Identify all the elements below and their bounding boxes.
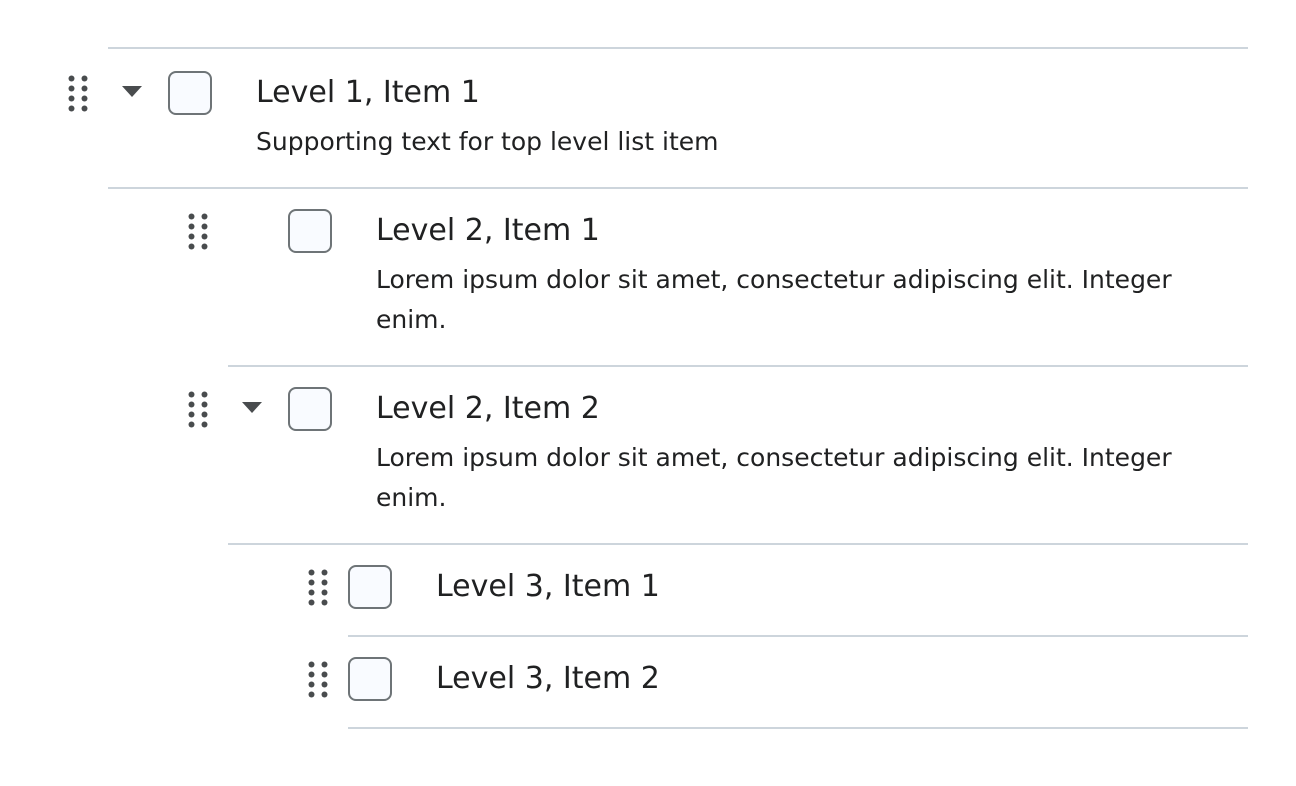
item-description: Supporting text for top level list item [256,127,719,156]
item-title: Level 2, Item 2 [376,391,600,426]
item-checkbox[interactable] [288,387,332,431]
item-checkbox[interactable] [348,565,392,609]
drag-handle-icon[interactable] [308,569,328,607]
caret-down-icon[interactable] [238,394,266,422]
item-checkbox[interactable] [168,71,212,115]
list-divider [348,727,1248,729]
list-divider [348,635,1248,637]
drag-handle-icon[interactable] [188,391,208,429]
item-checkbox[interactable] [288,209,332,253]
list-divider [108,47,1248,49]
drag-handle-icon[interactable] [68,75,88,113]
list-divider [108,187,1248,189]
list-divider [228,365,1248,367]
drag-handle-icon[interactable] [188,213,208,251]
item-title: Level 1, Item 1 [256,75,480,110]
item-title: Level 3, Item 2 [436,661,660,696]
caret-down-icon[interactable] [118,78,146,106]
item-title: Level 3, Item 1 [436,569,660,604]
drag-handle-icon[interactable] [308,661,328,699]
item-title: Level 2, Item 1 [376,213,600,248]
list-divider [228,543,1248,545]
item-description: Lorem ipsum dolor sit amet, consectetur … [376,443,1172,512]
item-description: Lorem ipsum dolor sit amet, consectetur … [376,265,1172,334]
item-checkbox[interactable] [348,657,392,701]
